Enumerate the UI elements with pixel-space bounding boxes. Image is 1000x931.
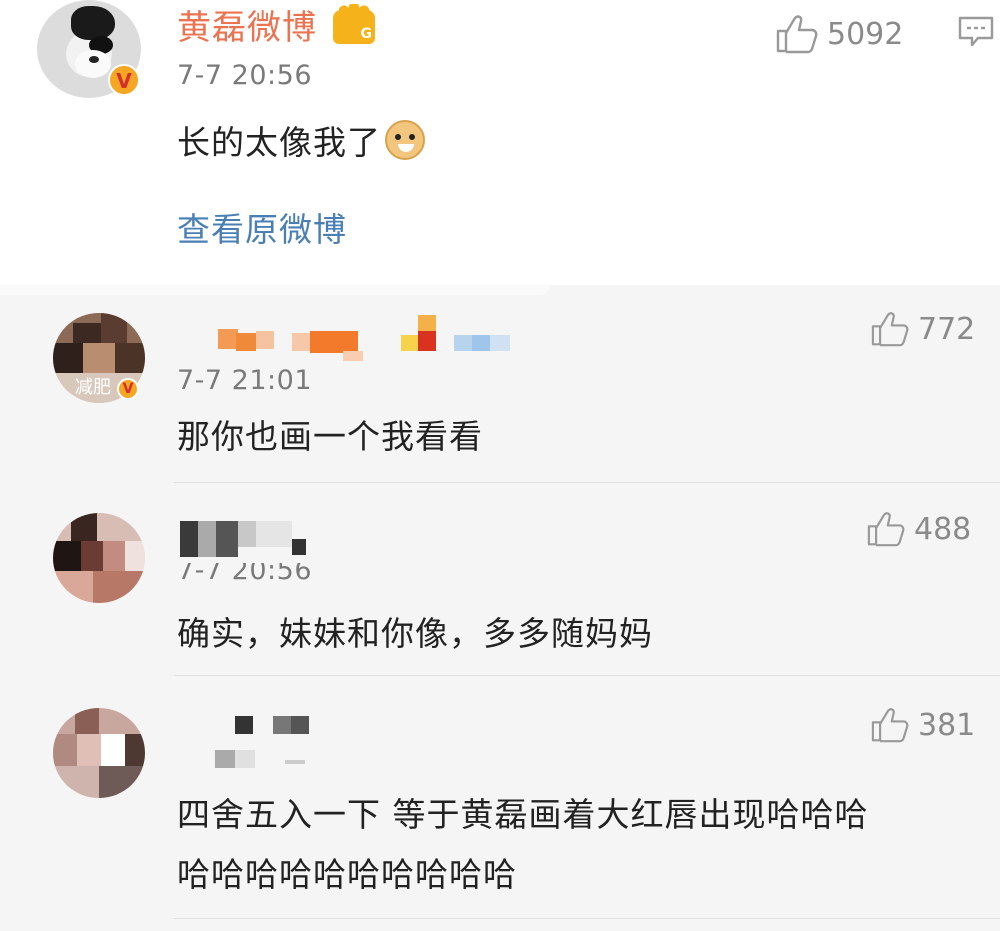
view-original-link[interactable]: 查看原微博	[177, 203, 347, 251]
comment-text: 确实，妹妹和你像，多多随妈妈	[177, 614, 653, 653]
post-like-count: 5092	[827, 16, 904, 52]
post-text-content: 长的太像我了	[177, 123, 381, 162]
comment-avatar[interactable]	[53, 513, 145, 603]
comment-time: 7-7 21:01	[177, 365, 312, 396]
comment-like-count: 488	[914, 511, 972, 547]
verified-badge-icon: V	[108, 64, 140, 96]
post-text: 长的太像我了	[177, 120, 425, 165]
comment-like-count: 772	[918, 311, 976, 347]
thumbs-up-icon	[867, 512, 905, 547]
comment-like-button[interactable]: 772	[870, 311, 975, 347]
divider	[174, 918, 1000, 919]
doge-emoji-icon	[385, 120, 425, 160]
comment-icon[interactable]	[958, 16, 994, 48]
comments-section: 减肥 V 7-7 21:01 那你也画一个我看看 772 7-7 20:56 确…	[0, 285, 1000, 931]
verified-badge-icon: V	[117, 378, 139, 400]
comment-text: 那你也画一个我看看	[177, 417, 483, 456]
comment-like-button[interactable]: 488	[866, 511, 971, 547]
post-like-button[interactable]: 5092	[775, 14, 903, 54]
original-post: V 黄磊微博 G 7-7 20:56 长的太像我了 查看原微博 5092	[0, 0, 1000, 285]
thumbs-up-icon	[871, 312, 909, 347]
thumbs-up-icon	[776, 15, 818, 54]
comment-time: 7-7 20:56	[177, 563, 312, 581]
post-author-name[interactable]: 黄磊微博	[177, 8, 317, 48]
member-crown-icon[interactable]: G	[333, 4, 375, 44]
divider	[174, 482, 1000, 483]
comment-like-count: 381	[918, 707, 976, 743]
post-time: 7-7 20:56	[177, 60, 312, 91]
thumbs-up-icon	[871, 708, 909, 743]
divider	[174, 675, 1000, 676]
comment-like-button[interactable]: 381	[870, 707, 975, 743]
avatar-caption: 减肥	[75, 377, 111, 398]
comment-text-line: 哈哈哈哈哈哈哈哈哈哈	[177, 855, 517, 894]
comment-avatar[interactable]	[53, 708, 145, 798]
comment-text-line: 四舍五入一下 等于黄磊画着大红唇出现哈哈哈	[177, 795, 869, 834]
